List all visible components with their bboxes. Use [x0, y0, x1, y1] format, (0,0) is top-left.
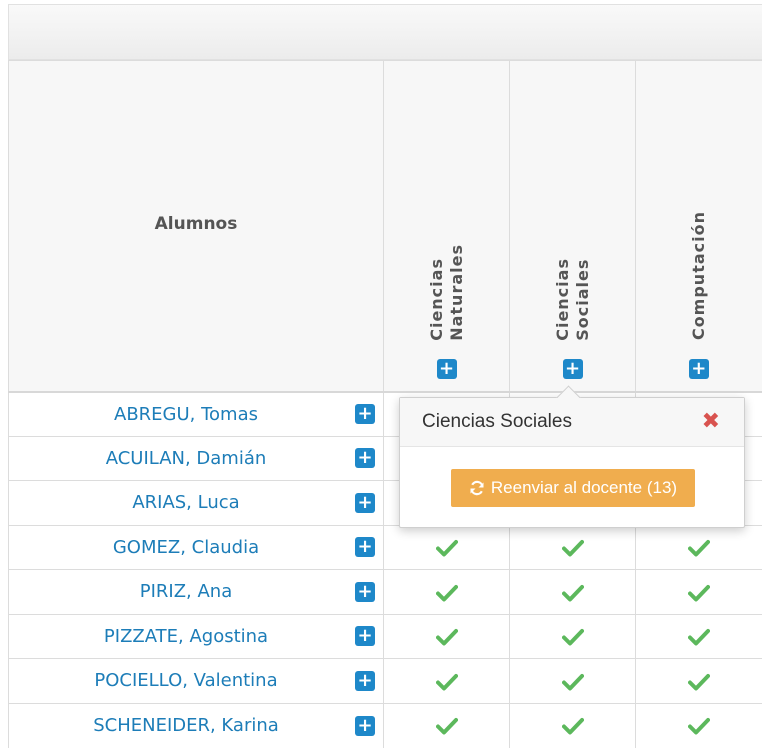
student-cell: ACUILAN, Damián + [8, 435, 384, 481]
subject-header-computacion: Computación + [635, 60, 762, 393]
plus-icon[interactable]: + [355, 626, 375, 647]
table-row: SCHENEIDER, Karina + [8, 702, 762, 748]
student-name-link[interactable]: POCIELLO, Valentina [94, 670, 277, 691]
grade-cell [509, 569, 636, 615]
table-row: GOMEZ, Claudia + [8, 524, 762, 570]
check-icon [561, 673, 584, 690]
header-row: Alumnos Ciencias Naturales + Ciencias So… [8, 60, 762, 393]
student-cell: PIRIZ, Ana + [8, 569, 384, 615]
plus-icon[interactable]: + [355, 670, 375, 691]
subject-header-ciencias-sociales: Ciencias Sociales + [509, 60, 636, 393]
check-icon [435, 540, 458, 557]
student-cell: ABREGU, Tomas + [8, 391, 384, 437]
grade-cell [383, 702, 510, 748]
student-name-link[interactable]: SCHENEIDER, Karina [93, 715, 279, 736]
student-name-link[interactable]: ACUILAN, Damián [106, 448, 267, 469]
plus-icon[interactable]: + [355, 404, 375, 424]
student-cell: GOMEZ, Claudia + [8, 524, 384, 570]
student-name-link[interactable]: PIZZATE, Agostina [104, 626, 268, 647]
check-icon [687, 718, 710, 735]
grade-cell [635, 658, 762, 704]
student-name-link[interactable]: ARIAS, Luca [132, 492, 239, 513]
students-column-header: Alumnos [8, 60, 384, 393]
student-name-link[interactable]: PIRIZ, Ana [140, 581, 233, 602]
subject-label: Ciencias Sociales [552, 257, 592, 341]
plus-icon[interactable]: + [355, 581, 375, 602]
student-cell: PIZZATE, Agostina + [8, 613, 384, 659]
check-icon [561, 718, 584, 735]
check-icon [561, 584, 584, 601]
grade-cell [635, 702, 762, 748]
plus-icon[interactable]: + [355, 448, 375, 469]
grade-cell [509, 524, 636, 570]
student-cell: POCIELLO, Valentina + [8, 658, 384, 704]
grade-cell [383, 569, 510, 615]
grade-cell [383, 613, 510, 659]
grade-cell [383, 524, 510, 570]
subject-label: Ciencias Naturales [426, 243, 466, 341]
table-row: POCIELLO, Valentina + [8, 658, 762, 704]
check-icon [687, 540, 710, 557]
plus-icon[interactable]: + [355, 492, 375, 513]
plus-icon[interactable]: + [562, 358, 583, 379]
table-row: PIRIZ, Ana + [8, 569, 762, 615]
plus-icon[interactable]: + [436, 358, 457, 379]
grade-cell [635, 569, 762, 615]
refresh-icon [470, 480, 484, 496]
resend-to-teacher-button[interactable]: Reenviar al docente (13) [451, 469, 695, 507]
table-row: PIZZATE, Agostina + [8, 613, 762, 659]
plus-icon[interactable]: + [355, 715, 375, 736]
plus-icon[interactable]: + [355, 537, 375, 558]
check-icon [687, 629, 710, 646]
grade-cell [383, 658, 510, 704]
check-icon [435, 629, 458, 646]
check-icon [435, 673, 458, 690]
check-icon [435, 718, 458, 735]
grade-cell [509, 658, 636, 704]
subject-label: Computación [688, 211, 708, 341]
plus-icon[interactable]: + [688, 358, 709, 379]
close-icon[interactable]: ✖ [702, 398, 720, 446]
student-cell: SCHENEIDER, Karina + [8, 702, 384, 748]
student-name-link[interactable]: GOMEZ, Claudia [113, 537, 259, 558]
student-cell: ARIAS, Luca + [8, 480, 384, 526]
top-toolbar [8, 4, 762, 60]
check-icon [687, 584, 710, 601]
subject-popover: Ciencias Sociales ✖ Reenviar al docente … [399, 385, 745, 528]
check-icon [561, 540, 584, 557]
popover-title: Ciencias Sociales [422, 411, 572, 432]
subject-header-ciencias-naturales: Ciencias Naturales + [383, 60, 510, 393]
grade-cell [509, 613, 636, 659]
grade-cell [635, 613, 762, 659]
check-icon [435, 584, 458, 601]
check-icon [687, 673, 710, 690]
grade-cell [509, 702, 636, 748]
popover-header: Ciencias Sociales ✖ [400, 398, 744, 447]
student-name-link[interactable]: ABREGU, Tomas [114, 404, 258, 425]
resend-label: Reenviar al docente (13) [490, 478, 678, 497]
check-icon [561, 629, 584, 646]
grade-cell [635, 524, 762, 570]
